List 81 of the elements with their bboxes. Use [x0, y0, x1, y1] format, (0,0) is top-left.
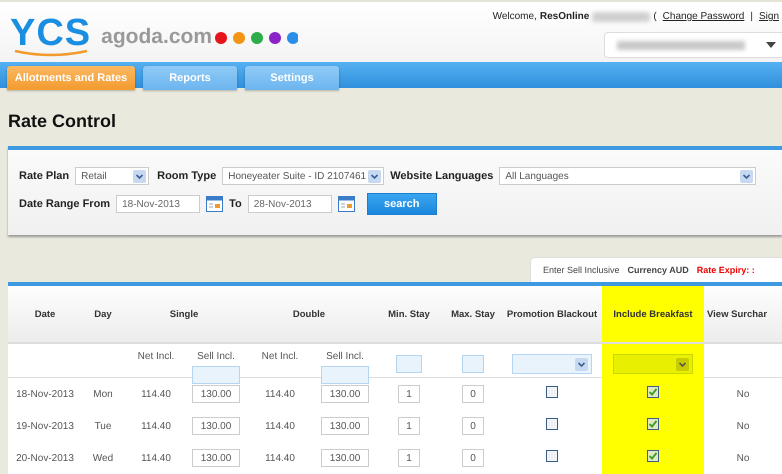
- min-stay-field[interactable]: 1: [398, 385, 420, 403]
- welcome-text: Welcome,: [492, 11, 537, 22]
- net-rate-cell-text: 114.40: [264, 388, 296, 402]
- min-stay-field[interactable]: 1: [398, 449, 420, 467]
- bulk-input-field[interactable]: [396, 355, 422, 373]
- sub-header: Sell Incl.: [197, 351, 235, 362]
- field-label: Website Languages: [390, 170, 494, 182]
- date-cell-text: 18-Nov-2013: [15, 388, 75, 402]
- sell-rate-field[interactable]: 130.00: [192, 385, 240, 403]
- sell-rate-field[interactable]: 130.00: [321, 449, 369, 467]
- caret-icon: [676, 358, 689, 370]
- field-label: To: [229, 198, 242, 210]
- caret-icon: [740, 170, 754, 182]
- caret-icon: [133, 170, 146, 182]
- mode-text: Enter Sell Inclusive: [543, 265, 620, 275]
- field-label: Room Type: [157, 170, 216, 182]
- surcharge-cell-text: No: [736, 388, 750, 402]
- caret-icon: [575, 358, 588, 370]
- checkbox[interactable]: [546, 418, 558, 430]
- max-stay-field[interactable]: 0: [462, 385, 484, 403]
- page-title: Rate Control: [7, 110, 117, 133]
- net-rate-cell-text: 114.40: [140, 388, 172, 402]
- field-label: Rate Plan: [19, 170, 70, 182]
- min-stay-field[interactable]: 1: [398, 417, 420, 435]
- column-header: Max. Stay: [450, 308, 496, 322]
- checked-checkbox[interactable]: [647, 450, 659, 462]
- net-rate-cell-text: 114.40: [140, 452, 172, 466]
- calendar-icon[interactable]: [206, 196, 224, 212]
- date-cell-text: 19-Nov-2013: [15, 420, 75, 434]
- column-header: Double: [292, 308, 326, 322]
- sub-header: Net Incl.: [138, 351, 174, 362]
- sell-rate-field[interactable]: 130.00: [192, 449, 240, 467]
- checked-checkbox[interactable]: [647, 418, 659, 430]
- caret-icon: [368, 170, 382, 182]
- rate-expiry-text: Rate Expiry: :: [696, 265, 755, 275]
- logo-text: YCS: [10, 13, 92, 53]
- net-rate-cell-text: 114.40: [264, 420, 296, 434]
- sub-header: Net Incl.: [262, 351, 298, 362]
- checkbox[interactable]: [546, 386, 558, 398]
- sign-link[interactable]: Sign: [758, 11, 779, 22]
- paren-text: (: [653, 11, 657, 22]
- blurred-text: [592, 12, 650, 22]
- net-rate-cell-text: 114.40: [264, 452, 296, 466]
- currency-text: Currency AUD: [628, 265, 689, 275]
- sub-header: Sell Incl.: [326, 351, 364, 362]
- caret-icon: [766, 42, 776, 48]
- column-header: Single: [168, 308, 200, 322]
- day-cell-text: Wed: [92, 452, 114, 466]
- checked-checkbox[interactable]: [647, 386, 659, 398]
- bulk-input-field[interactable]: [462, 355, 484, 373]
- max-stay-field[interactable]: 0: [462, 417, 484, 435]
- column-header: Include Breakfast: [602, 286, 704, 342]
- sell-rate-field[interactable]: 130.00: [192, 417, 240, 435]
- site-name: agoda.com: [101, 25, 212, 49]
- column-header: Min. Stay: [387, 308, 431, 322]
- bulk-input-field[interactable]: [192, 366, 240, 384]
- rate-plan-select[interactable]: Retail: [75, 167, 150, 185]
- day-cell-text: Mon: [92, 388, 114, 402]
- checkbox[interactable]: [546, 450, 558, 462]
- calendar-icon[interactable]: [338, 196, 355, 212]
- date-to-field[interactable]: 28-Nov-2013: [248, 195, 332, 213]
- column-header: Promotion Blackout: [506, 308, 598, 322]
- language-select[interactable]: All Languages: [499, 167, 756, 185]
- column-header: Day: [93, 308, 113, 322]
- change-password-link[interactable]: Change Password: [662, 11, 744, 22]
- column-header: Date: [34, 308, 56, 322]
- max-stay-field[interactable]: 0: [462, 449, 484, 467]
- sell-rate-field[interactable]: 130.00: [321, 385, 369, 403]
- column-header: View Surchar: [706, 308, 768, 322]
- surcharge-cell-text: No: [736, 420, 750, 434]
- bulk-input-field[interactable]: [321, 366, 369, 384]
- net-rate-cell-text: 114.40: [140, 420, 172, 434]
- sell-rate-field[interactable]: 130.00: [321, 417, 369, 435]
- user-name: ResOnline: [540, 11, 590, 22]
- day-cell-text: Tue: [94, 420, 112, 434]
- separator-text: |: [750, 11, 753, 22]
- room-type-select[interactable]: Honeyeater Suite - ID 2107461: [222, 167, 384, 185]
- date-cell-text: 20-Nov-2013: [15, 452, 75, 466]
- surcharge-cell-text: No: [736, 452, 750, 466]
- field-label: Date Range From: [19, 198, 110, 210]
- date-from-field[interactable]: 18-Nov-2013: [116, 195, 200, 213]
